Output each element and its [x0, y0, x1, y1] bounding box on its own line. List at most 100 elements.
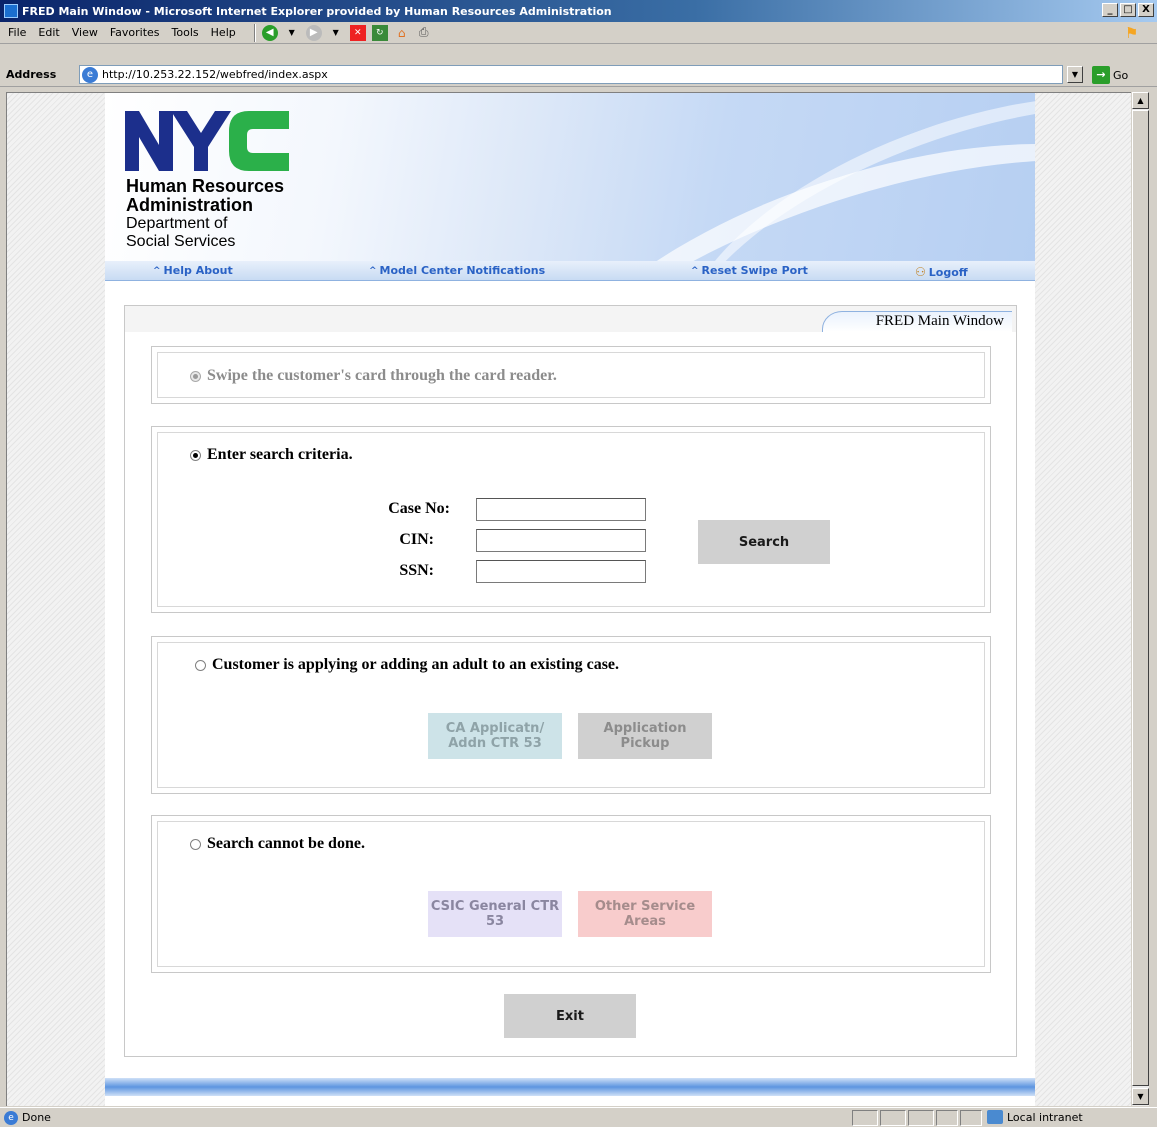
address-label: Address	[6, 68, 57, 81]
menu-file[interactable]: File	[8, 26, 26, 39]
no-search-radio[interactable]	[190, 838, 201, 850]
no-search-section: Search cannot be done. CSIC General CTR …	[151, 815, 991, 973]
tab-strip: FRED Main Window	[125, 306, 1016, 332]
case-no-input[interactable]	[476, 498, 646, 521]
caret-up-icon: ^	[369, 265, 377, 276]
stop-icon[interactable]: ✕	[349, 24, 366, 41]
nav-logoff[interactable]: ⚇ Logoff	[915, 265, 968, 279]
nav-help-about[interactable]: ^ Help About	[153, 264, 233, 277]
cin-label: CIN:	[399, 531, 434, 548]
applying-option[interactable]: Customer is applying or adding an adult …	[195, 656, 619, 674]
exit-button[interactable]: Exit	[504, 994, 636, 1038]
status-cell	[936, 1110, 958, 1126]
print-icon[interactable]: ⎙	[416, 25, 432, 41]
search-section: Enter search criteria. Case No: CIN: SSN…	[151, 426, 991, 613]
swipe-label: Swipe the customer's card through the ca…	[207, 367, 557, 384]
browser-viewport: Human Resources Administration Departmen…	[6, 92, 1131, 1106]
main-panel: FRED Main Window Swipe the customer's ca…	[124, 305, 1017, 1057]
csic-button-line2: 53	[485, 914, 505, 929]
applying-section: Customer is applying or adding an adult …	[151, 636, 991, 794]
local-intranet-icon	[987, 1110, 1003, 1124]
scroll-thumb[interactable]	[1132, 110, 1149, 1086]
nav-model-center-notifications[interactable]: ^ Model Center Notifications	[369, 264, 545, 277]
tab-fred-main-window[interactable]: FRED Main Window	[822, 311, 1012, 332]
search-button[interactable]: Search	[698, 520, 830, 564]
ca-button-line1: CA Applicatn/	[445, 721, 545, 736]
home-icon[interactable]: ⌂	[394, 25, 410, 41]
status-cell	[852, 1110, 878, 1126]
menu-view[interactable]: View	[72, 26, 98, 39]
web-page: Human Resources Administration Departmen…	[105, 93, 1035, 1106]
minimize-button[interactable]: _	[1102, 3, 1118, 17]
menu-help[interactable]: Help	[211, 26, 236, 39]
status-cell	[880, 1110, 906, 1126]
logo-text: Human Resources Administration Departmen…	[126, 177, 284, 251]
other-button-line1: Other Service	[594, 899, 696, 914]
nav-reset-swipe-port[interactable]: ^ Reset Swipe Port	[691, 264, 808, 277]
logo-line-dss: Social Services	[126, 233, 236, 250]
nyc-hra-logo: Human Resources Administration Departmen…	[125, 111, 295, 256]
swipe-option: Swipe the customer's card through the ca…	[190, 367, 557, 385]
logo-line-hr: Human Resources	[126, 176, 285, 196]
close-button[interactable]: X	[1138, 3, 1154, 17]
menu-tools[interactable]: Tools	[172, 26, 199, 39]
swipe-section: Swipe the customer's card through the ca…	[151, 346, 991, 404]
status-cell	[960, 1110, 982, 1126]
other-service-areas-button[interactable]: Other Service Areas	[578, 891, 712, 937]
case-no-label: Case No:	[388, 500, 450, 517]
cin-input[interactable]	[476, 529, 646, 552]
vertical-scrollbar[interactable]: ▲ ▼	[1131, 92, 1149, 1106]
nav-logoff-label: Logoff	[928, 265, 968, 279]
go-label: Go	[1113, 68, 1129, 82]
refresh-icon[interactable]: ↻	[371, 24, 388, 41]
ca-button-line2: Addn CTR 53	[448, 736, 542, 751]
menu-bar: File Edit View Favorites Tools Help ◀ ▼ …	[0, 22, 1157, 44]
applying-label: Customer is applying or adding an adult …	[212, 656, 620, 673]
go-arrow-icon: →	[1092, 66, 1110, 84]
no-search-option[interactable]: Search cannot be done.	[190, 835, 365, 853]
toolbar-separator	[253, 23, 256, 42]
forward-dropdown-icon[interactable]: ▼	[328, 25, 344, 41]
page-icon: e	[82, 66, 98, 83]
footer-bar	[105, 1078, 1035, 1096]
window-controls: _ □ X	[1102, 3, 1154, 17]
application-pickup-button[interactable]: Application Pickup	[578, 713, 712, 759]
ssn-label: SSN:	[399, 562, 434, 579]
scroll-down-icon[interactable]: ▼	[1132, 1088, 1149, 1105]
search-option[interactable]: Enter search criteria.	[190, 446, 353, 464]
page-status-icon: e	[4, 1110, 18, 1125]
logo-line-dept: Department of	[126, 215, 228, 232]
security-zone: Local intranet	[987, 1110, 1083, 1124]
status-text: Done	[22, 1111, 51, 1124]
address-bar: Address e http://10.253.22.152/webfred/i…	[0, 63, 1157, 87]
applying-radio[interactable]	[195, 659, 206, 671]
status-bar: e Done Local intranet	[0, 1107, 1157, 1127]
nav-notifications-label: Model Center Notifications	[379, 264, 546, 277]
csic-button-line1: CSIC General CTR	[430, 899, 560, 914]
scroll-up-icon[interactable]: ▲	[1132, 92, 1149, 109]
ca-application-button[interactable]: CA Applicatn/ Addn CTR 53	[428, 713, 562, 759]
other-button-line2: Areas	[624, 914, 666, 929]
csic-general-button[interactable]: CSIC General CTR 53	[428, 891, 562, 937]
address-dropdown-icon[interactable]: ▼	[1067, 66, 1083, 83]
zone-label: Local intranet	[1007, 1110, 1083, 1124]
search-radio[interactable]	[190, 449, 201, 461]
address-input[interactable]: e http://10.253.22.152/webfred/index.asp…	[79, 65, 1063, 84]
header-nav: ^ Help About ^ Model Center Notification…	[105, 261, 1035, 281]
header-banner: Human Resources Administration Departmen…	[105, 93, 1035, 278]
back-icon[interactable]: ◀	[261, 24, 278, 41]
menu-edit[interactable]: Edit	[38, 26, 59, 39]
go-button[interactable]: → Go	[1092, 66, 1128, 84]
nav-help-about-label: Help About	[163, 264, 233, 277]
forward-icon[interactable]: ▶	[305, 24, 322, 41]
menu-favorites[interactable]: Favorites	[110, 26, 160, 39]
logoff-users-icon: ⚇	[915, 265, 926, 279]
maximize-button[interactable]: □	[1120, 3, 1136, 17]
status-cell	[908, 1110, 934, 1126]
ssn-input[interactable]	[476, 560, 646, 583]
nyc-logo-letters	[125, 111, 289, 171]
back-dropdown-icon[interactable]: ▼	[284, 25, 300, 41]
logo-line-admin: Administration	[126, 195, 254, 215]
swipe-radio	[190, 370, 201, 382]
window-title: FRED Main Window - Microsoft Internet Ex…	[22, 4, 612, 18]
